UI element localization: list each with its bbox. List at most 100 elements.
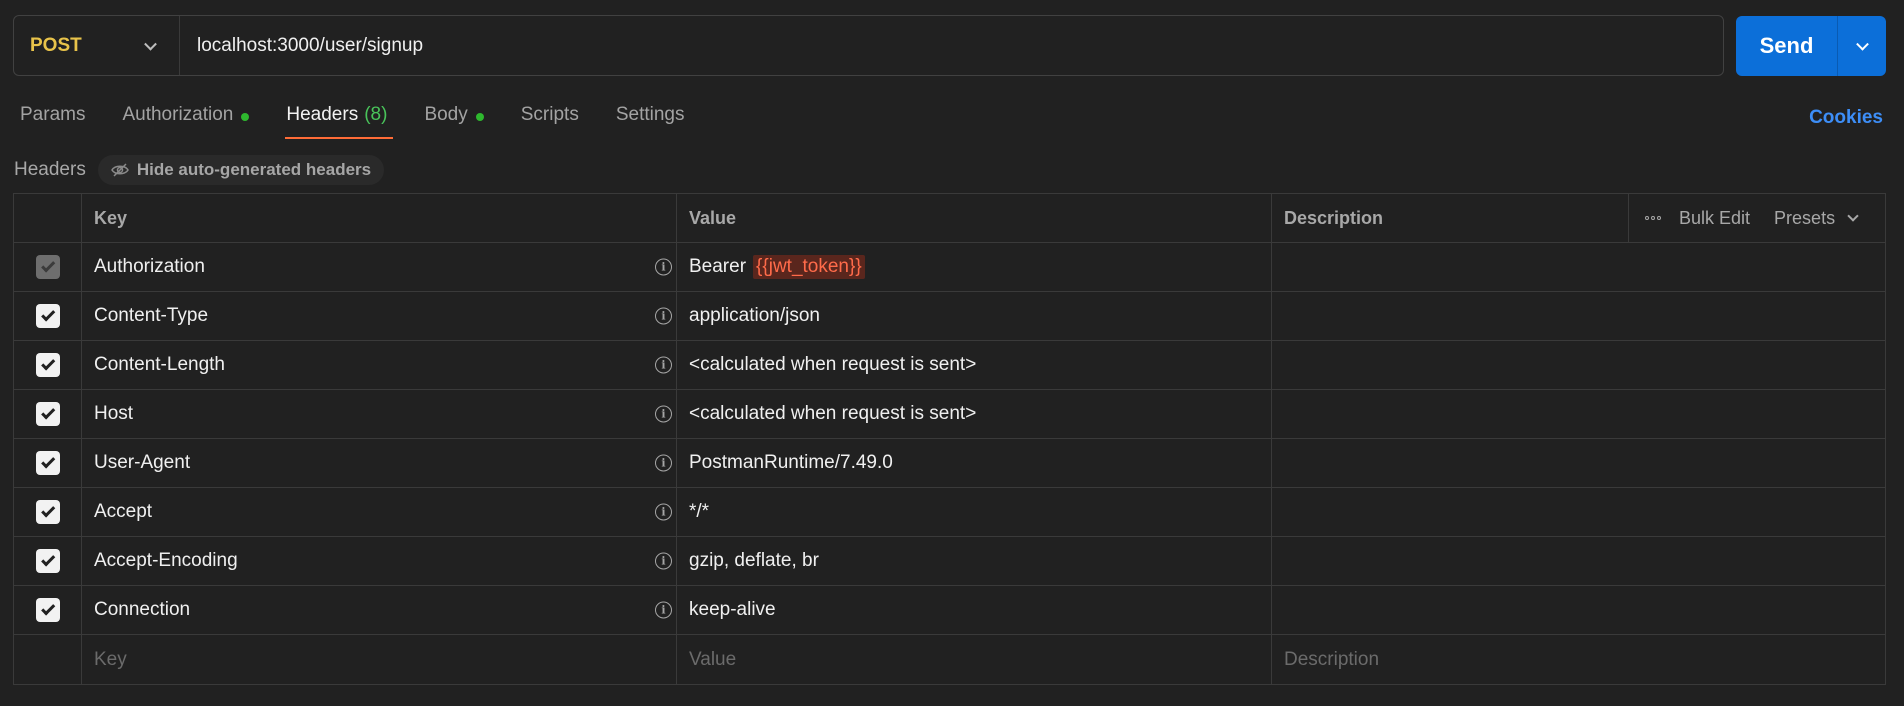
checkbox-column-header bbox=[14, 194, 82, 242]
info-icon[interactable]: i bbox=[655, 503, 672, 521]
row-checkbox[interactable] bbox=[35, 402, 60, 426]
chevron-down-icon bbox=[144, 37, 157, 51]
tab-headers[interactable]: Headers (8) bbox=[285, 100, 394, 140]
section-title: Headers bbox=[14, 159, 86, 180]
headers-table: Key Value Description Bulk Edit Presets … bbox=[13, 193, 1886, 685]
row-checkbox[interactable] bbox=[35, 500, 60, 524]
table-row: Host i <calculated when request is sent> bbox=[14, 390, 1885, 439]
value-placeholder: Value bbox=[689, 648, 737, 670]
table-row: Accept-Encoding i gzip, deflate, br bbox=[14, 537, 1885, 586]
hide-auto-generated-label: Hide auto-generated headers bbox=[136, 160, 372, 179]
new-header-row: Key Value Description bbox=[14, 635, 1885, 684]
column-header-value: Value bbox=[677, 194, 1272, 242]
row-checkbox[interactable] bbox=[35, 451, 60, 475]
tab-label: Body bbox=[424, 104, 468, 125]
more-options-icon[interactable] bbox=[1645, 216, 1661, 220]
row-checkbox[interactable] bbox=[35, 353, 60, 377]
info-icon[interactable]: i bbox=[655, 307, 672, 325]
info-icon[interactable]: i bbox=[655, 258, 672, 276]
checkmark-icon bbox=[41, 453, 56, 468]
header-key-cell[interactable]: Authorization i bbox=[82, 243, 677, 291]
header-value-prefix: Bearer bbox=[689, 256, 747, 277]
tab-body[interactable]: Body bbox=[424, 100, 484, 140]
info-icon[interactable]: i bbox=[655, 601, 672, 619]
table-row: Connection i keep-alive bbox=[14, 586, 1885, 635]
row-checkbox[interactable] bbox=[35, 304, 60, 328]
info-icon[interactable]: i bbox=[655, 405, 672, 423]
row-checkbox-cell bbox=[14, 341, 82, 389]
row-checkbox[interactable] bbox=[35, 598, 60, 622]
header-key-cell[interactable]: Content-Length i bbox=[82, 341, 677, 389]
row-checkbox-cell bbox=[14, 292, 82, 340]
tab-scripts[interactable]: Scripts bbox=[521, 100, 579, 140]
header-key: Authorization bbox=[94, 256, 205, 277]
header-value-cell[interactable]: keep-alive bbox=[677, 586, 1272, 634]
header-key: User-Agent bbox=[94, 452, 191, 473]
header-description-cell[interactable] bbox=[1272, 243, 1885, 291]
header-value-cell[interactable]: gzip, deflate, br bbox=[677, 537, 1272, 585]
checkmark-icon bbox=[41, 306, 56, 321]
header-value-cell[interactable]: PostmanRuntime/7.49.0 bbox=[677, 439, 1272, 487]
tab-params[interactable]: Params bbox=[20, 100, 85, 140]
new-description-input[interactable]: Description bbox=[1272, 635, 1885, 684]
header-value-cell[interactable]: <calculated when request is sent> bbox=[677, 341, 1272, 389]
header-description-cell[interactable] bbox=[1272, 390, 1885, 438]
header-value: <calculated when request is sent> bbox=[689, 354, 977, 375]
row-checkbox[interactable] bbox=[35, 255, 60, 279]
method-select[interactable]: POST bbox=[14, 16, 180, 75]
send-options-dropdown[interactable] bbox=[1838, 16, 1886, 76]
header-value: <calculated when request is sent> bbox=[689, 403, 977, 424]
info-icon[interactable]: i bbox=[655, 356, 672, 374]
header-value-cell[interactable]: */* bbox=[677, 488, 1272, 536]
variable-token[interactable]: {{jwt_token}} bbox=[753, 255, 865, 279]
table-row: Content-Type i application/json bbox=[14, 292, 1885, 341]
header-key-cell[interactable]: Accept-Encoding i bbox=[82, 537, 677, 585]
header-key-cell[interactable]: User-Agent i bbox=[82, 439, 677, 487]
bulk-edit-button[interactable]: Bulk Edit bbox=[1679, 208, 1750, 229]
column-header-description-group: Description Bulk Edit Presets bbox=[1272, 194, 1885, 242]
send-button[interactable]: Send bbox=[1736, 16, 1838, 76]
table-row: Accept i */* bbox=[14, 488, 1885, 537]
header-description-cell[interactable] bbox=[1272, 586, 1885, 634]
header-value-cell[interactable]: Bearer {{jwt_token}} bbox=[677, 243, 1272, 291]
header-description-cell[interactable] bbox=[1272, 341, 1885, 389]
checkmark-icon bbox=[41, 355, 56, 370]
header-key-cell[interactable]: Host i bbox=[82, 390, 677, 438]
table-actions: Bulk Edit Presets bbox=[1629, 194, 1885, 242]
tab-settings[interactable]: Settings bbox=[616, 100, 685, 140]
presets-dropdown[interactable]: Presets bbox=[1774, 208, 1859, 229]
checkmark-icon bbox=[41, 257, 56, 272]
row-checkbox[interactable] bbox=[35, 549, 60, 573]
header-key: Accept-Encoding bbox=[94, 550, 238, 571]
header-value-cell[interactable]: <calculated when request is sent> bbox=[677, 390, 1272, 438]
row-checkbox-cell bbox=[14, 390, 82, 438]
info-icon[interactable]: i bbox=[655, 552, 672, 570]
tab-authorization[interactable]: Authorization bbox=[122, 100, 250, 140]
tab-label: Settings bbox=[615, 104, 685, 125]
headers-subbar: Headers Hide auto-generated headers bbox=[14, 155, 385, 185]
url-input[interactable] bbox=[180, 34, 1680, 57]
info-icon[interactable]: i bbox=[655, 454, 672, 472]
header-key-cell[interactable]: Connection i bbox=[82, 586, 677, 634]
hide-auto-generated-button[interactable]: Hide auto-generated headers bbox=[97, 155, 385, 185]
header-value: application/json bbox=[689, 305, 820, 326]
cookies-link[interactable]: Cookies bbox=[1809, 107, 1883, 129]
header-value-cell[interactable]: application/json bbox=[677, 292, 1272, 340]
header-description-cell[interactable] bbox=[1272, 537, 1885, 585]
header-key-cell[interactable]: Content-Type i bbox=[82, 292, 677, 340]
checkmark-icon bbox=[41, 502, 56, 517]
header-description-cell[interactable] bbox=[1272, 439, 1885, 487]
new-value-input[interactable]: Value bbox=[677, 635, 1272, 684]
description-placeholder: Description bbox=[1284, 648, 1380, 670]
column-header-key: Key bbox=[82, 194, 677, 242]
method-label: POST bbox=[30, 34, 82, 56]
row-checkbox-cell bbox=[14, 586, 82, 634]
tab-label: Authorization bbox=[122, 104, 234, 125]
header-key-cell[interactable]: Accept i bbox=[82, 488, 677, 536]
header-description-cell[interactable] bbox=[1272, 292, 1885, 340]
table-row: Authorization i Bearer {{jwt_token}} bbox=[14, 243, 1885, 292]
table-header-row: Key Value Description Bulk Edit Presets bbox=[14, 194, 1885, 243]
row-checkbox-cell bbox=[14, 243, 82, 291]
new-key-input[interactable]: Key bbox=[82, 635, 677, 684]
header-description-cell[interactable] bbox=[1272, 488, 1885, 536]
